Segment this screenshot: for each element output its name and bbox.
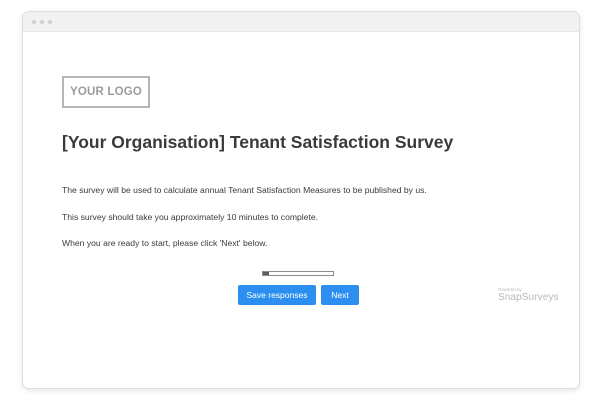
logo-placeholder: YOUR LOGO <box>62 76 150 108</box>
window-titlebar <box>23 12 579 32</box>
save-responses-button[interactable]: Save responses <box>238 285 316 305</box>
intro-paragraph: The survey will be used to calculate ann… <box>62 185 427 195</box>
survey-page: YOUR LOGO [Your Organisation] Tenant Sat… <box>23 32 579 388</box>
instructions-paragraph: When you are ready to start, please clic… <box>62 238 268 248</box>
browser-window: YOUR LOGO [Your Organisation] Tenant Sat… <box>22 11 580 389</box>
next-button[interactable]: Next <box>321 285 359 305</box>
logo-text: YOUR LOGO <box>69 86 143 98</box>
snap-surveys-logo: SnapSurveys <box>498 292 559 303</box>
progress-bar <box>262 271 334 276</box>
window-dot-icon <box>40 20 44 24</box>
window-dot-icon <box>48 20 52 24</box>
window-dot-icon <box>32 20 36 24</box>
progress-bar-fill <box>263 272 269 275</box>
powered-by-badge: Powered by SnapSurveys <box>498 287 559 304</box>
page-title: [Your Organisation] Tenant Satisfaction … <box>62 132 454 152</box>
duration-paragraph: This survey should take you approximatel… <box>62 212 319 222</box>
